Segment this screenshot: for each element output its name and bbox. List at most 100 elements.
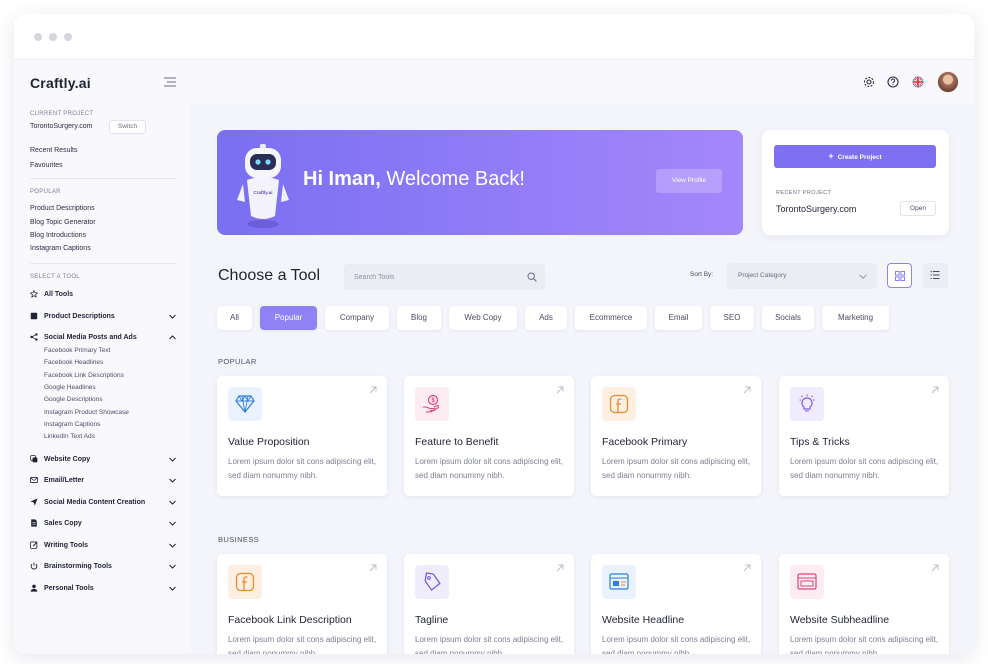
sidebar-tool-writing-tools[interactable]: Writing Tools — [30, 539, 176, 551]
sidebar-subitem[interactable]: Facebook Link Descriptions — [44, 372, 124, 379]
tab-marketing[interactable]: Marketing — [822, 306, 889, 330]
chevron-down-icon — [169, 314, 176, 319]
card-description: Lorem ipsum dolor sit cons adipiscing el… — [602, 635, 751, 654]
search-icon[interactable] — [527, 272, 537, 282]
tool-card-tagline[interactable]: Tagline Lorem ipsum dolor sit cons adipi… — [404, 554, 574, 654]
sidebar-tool-personal-tools[interactable]: Personal Tools — [30, 582, 176, 594]
sidebar-subitem[interactable]: Facebook Primary Text — [44, 347, 110, 354]
send-icon — [30, 498, 38, 506]
tab-seo[interactable]: SEO — [710, 306, 754, 330]
open-project-button[interactable]: Open — [900, 201, 936, 216]
sidebar-subitem[interactable]: LinkedIn Text Ads — [44, 433, 95, 440]
tab-email[interactable]: Email — [655, 306, 702, 330]
tool-card-value-proposition[interactable]: Value Proposition Lorem ipsum dolor sit … — [217, 376, 387, 496]
arrow-up-right-icon — [743, 564, 751, 572]
greeting-name: Hi Iman, — [303, 168, 381, 190]
window-close-dot[interactable] — [34, 33, 42, 41]
card-icon-container: $ — [415, 387, 449, 421]
sidebar-tool-label: Website Copy — [44, 455, 91, 463]
help-icon[interactable] — [887, 76, 899, 88]
tab-ecommerce[interactable]: Ecommerce — [575, 306, 647, 330]
sidebar-tool-label: Writing Tools — [44, 541, 89, 549]
card-icon-container — [228, 387, 262, 421]
card-description: Lorem ipsum dolor sit cons adipiscing el… — [228, 457, 377, 480]
tool-card-facebook-primary[interactable]: Facebook Primary Lorem ipsum dolor sit c… — [591, 376, 761, 496]
tool-card-feature-to-benefit[interactable]: $ Feature to Benefit Lorem ipsum dolor s… — [404, 376, 574, 496]
star-icon — [30, 290, 38, 298]
sidebar-subitem[interactable]: Google Headlines — [44, 384, 96, 391]
recent-project-name: TorontoSurgery.com — [776, 204, 857, 214]
sidebar-tool-sales-copy[interactable]: Sales Copy — [30, 517, 176, 529]
card-title: Value Proposition — [228, 436, 310, 448]
chevron-down-icon — [169, 564, 176, 569]
create-project-label: Create Project — [837, 154, 882, 161]
search-tools-box[interactable] — [344, 264, 545, 290]
card-description: Lorem ipsum dolor sit cons adipiscing el… — [228, 635, 377, 654]
popular-item[interactable]: Instagram Captions — [30, 245, 91, 252]
popular-item[interactable]: Blog Topic Generator — [30, 219, 96, 226]
card-title: Website Subheadline — [790, 614, 890, 626]
tag-icon — [424, 572, 441, 591]
recent-results-link[interactable]: Recent Results — [30, 147, 77, 154]
tab-ads[interactable]: Ads — [525, 306, 567, 330]
sidebar-subitem[interactable]: Google Descriptions — [44, 396, 103, 403]
mail-icon — [30, 477, 38, 483]
sort-select[interactable]: Project Category — [727, 263, 877, 289]
grid-icon — [895, 271, 905, 281]
sidebar-tool-email-letter[interactable]: Email/Letter — [30, 474, 176, 486]
window-minimize-dot[interactable] — [49, 33, 57, 41]
sidebar-tool-brainstorming-tools[interactable]: Brainstorming Tools — [30, 560, 176, 572]
tool-card-website-headline[interactable]: Website Headline Lorem ipsum dolor sit c… — [591, 554, 761, 654]
tab-popular[interactable]: Popular — [260, 306, 317, 330]
tool-card-tips-tricks[interactable]: Tips & Tricks Lorem ipsum dolor sit cons… — [779, 376, 949, 496]
sidebar-subitem[interactable]: Facebook Headlines — [44, 359, 103, 366]
tool-card-website-subheadline[interactable]: Website Subheadline Lorem ipsum dolor si… — [779, 554, 949, 654]
robot-chest-label: Craftly.ai — [254, 190, 273, 195]
view-profile-button[interactable]: View Profile — [656, 169, 722, 193]
copy-icon — [30, 455, 38, 463]
sidebar: Craftly.ai CURRENT PROJECT TorontoSurger… — [14, 60, 191, 654]
tool-card-facebook-link-description[interactable]: Facebook Link Description Lorem ipsum do… — [217, 554, 387, 654]
power-icon — [30, 562, 38, 570]
arrow-up-right-icon — [556, 386, 564, 394]
card-title: Feature to Benefit — [415, 436, 499, 448]
arrow-up-right-icon — [369, 564, 377, 572]
choose-tool-title: Choose a Tool — [218, 267, 320, 284]
card-title: Tagline — [415, 614, 449, 626]
settings-gear-icon[interactable] — [863, 76, 875, 88]
sidebar-tool-social-media-posts[interactable]: Social Media Posts and Ads — [30, 331, 176, 343]
recent-project-label: RECENT PROJECT — [776, 190, 832, 196]
card-icon-container — [790, 565, 824, 599]
uk-flag-icon[interactable] — [912, 76, 924, 88]
window-titlebar — [14, 14, 974, 60]
list-view-button[interactable] — [923, 263, 948, 288]
sidebar-subitem[interactable]: Instagram Product Showcase — [44, 409, 129, 416]
user-avatar[interactable] — [937, 71, 959, 93]
card-title: Facebook Primary — [602, 436, 688, 448]
popular-item[interactable]: Product Descriptions — [30, 205, 95, 212]
grid-view-button[interactable] — [887, 263, 912, 288]
switch-project-button[interactable]: Switch — [109, 120, 146, 134]
sidebar-subitem[interactable]: Instagram Captions — [44, 421, 100, 428]
window-maximize-dot[interactable] — [64, 33, 72, 41]
section-label-business: BUSINESS — [218, 535, 260, 544]
tab-socials[interactable]: Socials — [762, 306, 814, 330]
sidebar-tool-product-descriptions[interactable]: Product Descriptions — [30, 310, 176, 322]
sidebar-tool-label: Sales Copy — [44, 519, 82, 527]
create-project-button[interactable]: + Create Project — [774, 145, 936, 168]
sidebar-tool-social-media-content[interactable]: Social Media Content Creation — [30, 496, 176, 508]
tab-company[interactable]: Company — [325, 306, 389, 330]
favourites-link[interactable]: Favourites — [30, 162, 63, 169]
tab-web-copy[interactable]: Web Copy — [449, 306, 517, 330]
sidebar-tool-website-copy[interactable]: Website Copy — [30, 453, 176, 465]
sidebar-tool-label: Social Media Content Creation — [44, 498, 146, 506]
card-icon-container — [602, 565, 636, 599]
tab-all[interactable]: All — [217, 306, 252, 330]
card-description: Lorem ipsum dolor sit cons adipiscing el… — [790, 457, 939, 480]
sidebar-tool-all-tools[interactable]: All Tools — [30, 288, 176, 300]
search-input[interactable] — [354, 271, 514, 283]
popular-item[interactable]: Blog Introductions — [30, 232, 86, 239]
lightbulb-icon — [799, 394, 815, 412]
menu-collapse-icon[interactable] — [164, 77, 176, 87]
tab-blog[interactable]: Blog — [397, 306, 441, 330]
